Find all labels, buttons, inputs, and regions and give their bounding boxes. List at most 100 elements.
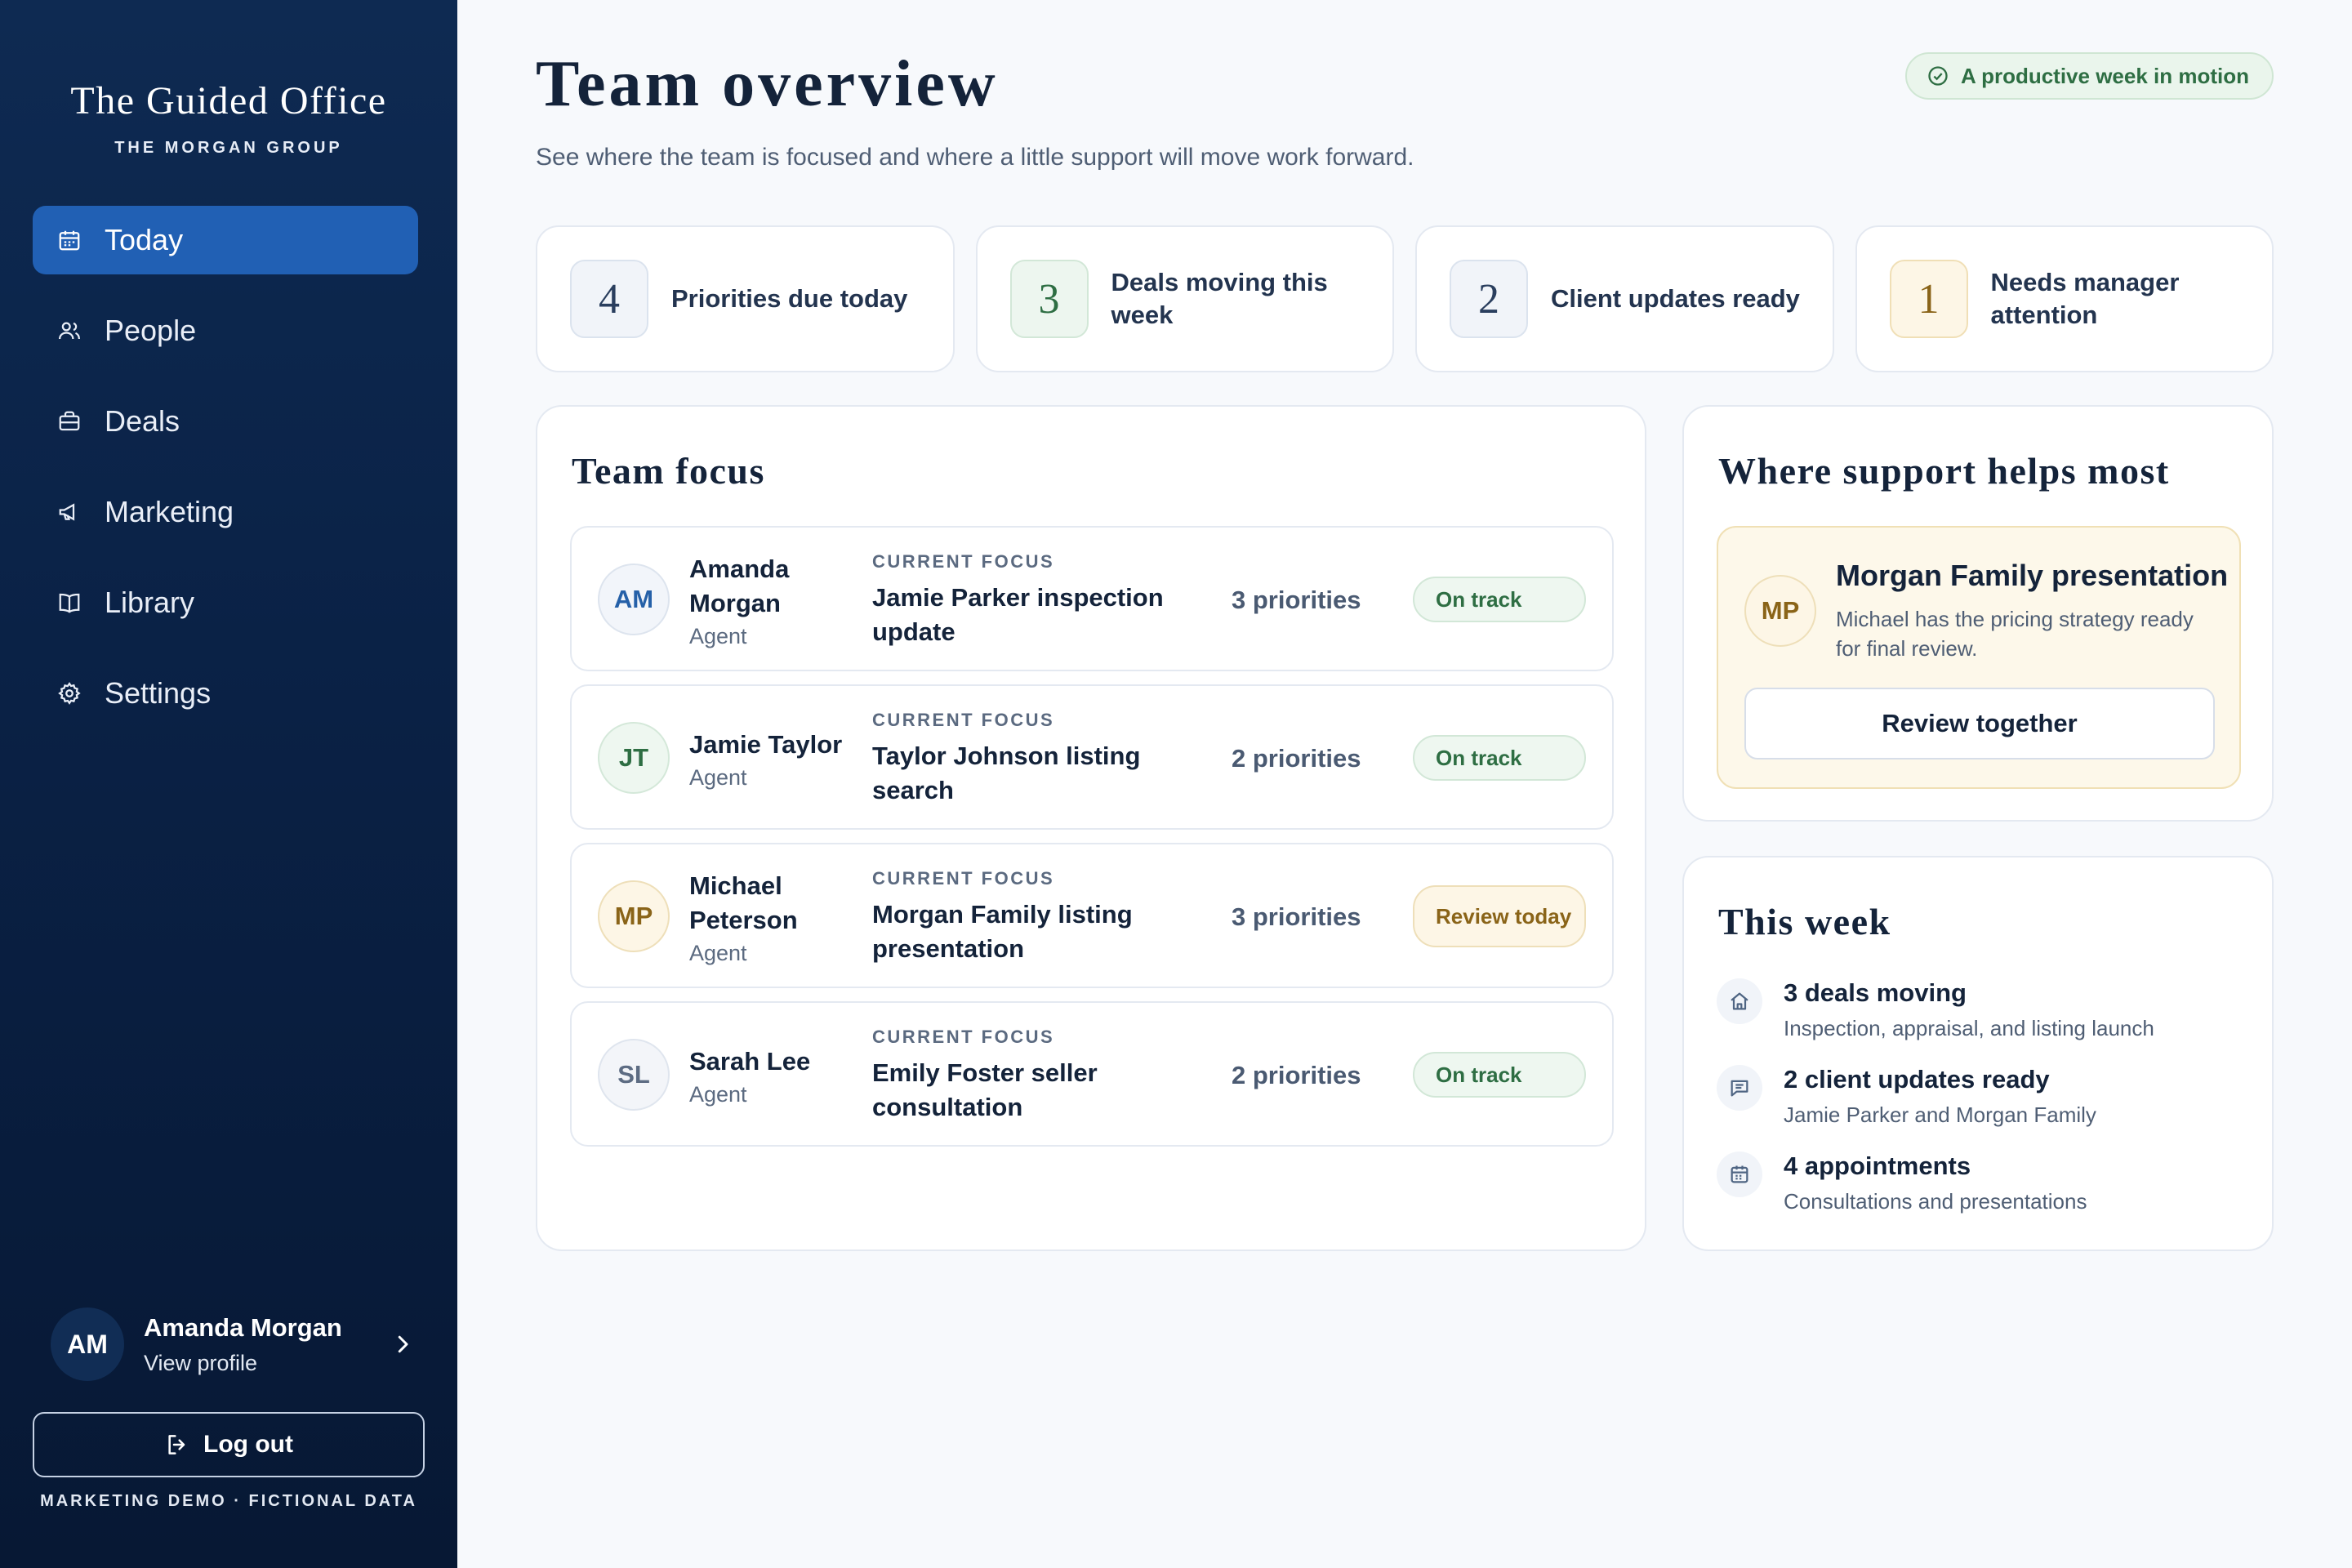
this-week-title: This week [1718, 901, 1891, 942]
focus-label: CURRENT FOCUS [872, 710, 1055, 730]
sidebar-item-settings[interactable]: Settings [33, 659, 418, 728]
status-badge: On track [1413, 577, 1586, 622]
sidebar-item-today[interactable]: Today [33, 206, 418, 274]
focus-text: Taylor Johnson listing search [872, 742, 1141, 804]
review-together-button[interactable]: Review together [1744, 688, 2215, 760]
team-row[interactable]: JT Jamie Taylor Agent CURRENT FOCUS Tayl… [570, 684, 1614, 830]
brand-subtitle: THE MORGAN GROUP [114, 139, 343, 157]
profile-link[interactable]: AM Amanda Morgan View profile [51, 1303, 418, 1385]
list-item: 4 appointments Consultations and present… [1717, 1152, 2239, 1225]
sidebar-item-label: Marketing [105, 495, 234, 528]
support-title: Where support helps most [1718, 450, 2170, 492]
stat-value: 3 [1009, 260, 1089, 338]
calendar-icon [59, 230, 80, 251]
focus-text: Morgan Family listing presentation [872, 900, 1133, 963]
this-week-card: This week 3 deals moving Inspection, app… [1682, 856, 2274, 1251]
stat-label: Priorities due today [671, 284, 908, 313]
stat-label: Client updates ready [1551, 284, 1800, 313]
stat-value: 4 [570, 260, 648, 338]
avatar: AM [51, 1307, 124, 1381]
list-item: 2 client updates ready Jamie Parker and … [1717, 1065, 2239, 1138]
focus-label: CURRENT FOCUS [872, 868, 1055, 889]
week-item-text: Jamie Parker and Morgan Family [1784, 1102, 2096, 1127]
stat-client-updates[interactable]: 2 Client updates ready [1415, 225, 1834, 372]
sidebar-item-marketing[interactable]: Marketing [33, 478, 418, 546]
sidebar-item-library[interactable]: Library [33, 568, 418, 637]
stat-manager-attention[interactable]: 1 Needs manager attention [1855, 225, 2274, 372]
sidebar-nav: Today People Deals Marketing Library Set… [33, 206, 418, 750]
focus-label: CURRENT FOCUS [872, 1027, 1055, 1047]
callout-title: Morgan Family presentation [1836, 559, 2229, 592]
team-row[interactable]: SL Sarah Lee Agent CURRENT FOCUS Emily F… [570, 1001, 1614, 1147]
focus-text: Emily Foster seller consultation [872, 1058, 1098, 1121]
megaphone-icon [59, 503, 75, 521]
avatar: JT [598, 722, 670, 794]
member-name: Amanda Morgan [689, 554, 790, 617]
sidebar-item-deals[interactable]: Deals [33, 387, 418, 456]
focus-text: Jamie Parker inspection update [872, 583, 1164, 646]
member-name: Michael Peterson [689, 871, 798, 934]
logout-icon [168, 1435, 185, 1454]
sidebar: The Guided Office THE MORGAN GROUP Today… [0, 0, 457, 1568]
week-item-text: Inspection, appraisal, and listing launc… [1784, 1016, 2154, 1040]
status-badge: On track [1413, 735, 1586, 781]
week-item-title: 4 appointments [1784, 1152, 1971, 1180]
priority-count: 2 priorities [1232, 744, 1361, 773]
book-icon [59, 593, 80, 613]
week-item-title: 3 deals moving [1784, 978, 1967, 1007]
calendar-icon [1731, 1165, 1748, 1183]
sidebar-item-label: Library [105, 586, 195, 619]
week-item-text: Consultations and presentations [1784, 1189, 2087, 1214]
member-role: Agent [689, 764, 747, 790]
people-icon [59, 322, 80, 340]
profile-name: Amanda Morgan [144, 1312, 342, 1342]
priority-count: 3 priorities [1232, 586, 1361, 614]
member-name: Sarah Lee [689, 1046, 811, 1076]
avatar: AM [598, 564, 670, 635]
sidebar-item-label: Today [105, 223, 184, 256]
logout-label: Log out [203, 1431, 293, 1458]
callout-text: Michael has the pricing strategy ready f… [1836, 607, 2194, 661]
avatar: MP [598, 880, 670, 952]
sidebar-item-label: Deals [105, 404, 180, 438]
stat-deals-moving[interactable]: 3 Deals moving this week [975, 225, 1394, 372]
priority-count: 2 priorities [1232, 1061, 1361, 1089]
team-focus-title: Team focus [572, 450, 765, 492]
sidebar-item-label: People [105, 314, 197, 347]
status-badge: A productive week in motion [1905, 52, 2274, 100]
chevron-right-icon [398, 1335, 408, 1353]
team-focus-card: Team focus AM Amanda Morgan Agent CURREN… [536, 405, 1646, 1251]
focus-label: CURRENT FOCUS [872, 551, 1055, 572]
check-circle-icon [1928, 66, 1948, 86]
status-badge: On track [1413, 1052, 1586, 1098]
chat-icon [1731, 1080, 1748, 1097]
member-role: Agent [689, 1081, 747, 1107]
main-content: Team overview See where the team is focu… [457, 0, 2352, 1568]
page-subtitle: See where the team is focused and where … [536, 144, 1414, 171]
member-role: Agent [689, 623, 747, 648]
demo-note: MARKETING DEMO · FICTIONAL DATA [40, 1492, 417, 1510]
logout-button[interactable]: Log out [33, 1412, 425, 1477]
stat-value: 2 [1450, 260, 1528, 338]
support-callout: MP Morgan Family presentation Michael ha… [1717, 526, 2241, 789]
team-row[interactable]: AM Amanda Morgan Agent CURRENT FOCUS Jam… [570, 526, 1614, 671]
stat-priorities-due[interactable]: 4 Priorities due today [536, 225, 955, 372]
stat-value: 1 [1889, 260, 1968, 338]
stat-label: Needs manager attention [1990, 268, 2180, 329]
avatar: MP [1744, 575, 1816, 647]
status-badge-label: A productive week in motion [1961, 63, 2249, 88]
view-profile-link[interactable]: View profile [144, 1351, 390, 1376]
support-card: Where support helps most MP Morgan Famil… [1682, 405, 2274, 822]
stat-label: Deals moving this week [1111, 268, 1328, 329]
status-badge: Review today [1413, 885, 1586, 947]
gear-icon [58, 682, 81, 705]
sidebar-item-people[interactable]: People [33, 296, 418, 365]
week-item-title: 2 client updates ready [1784, 1065, 2050, 1094]
avatar: SL [598, 1039, 670, 1111]
briefcase-icon [59, 411, 80, 431]
team-row[interactable]: MP Michael Peterson Agent CURRENT FOCUS … [570, 843, 1614, 988]
home-icon [1731, 992, 1748, 1010]
sidebar-item-label: Settings [105, 676, 212, 710]
list-item: 3 deals moving Inspection, appraisal, an… [1717, 978, 2239, 1052]
member-name: Jamie Taylor [689, 729, 843, 759]
